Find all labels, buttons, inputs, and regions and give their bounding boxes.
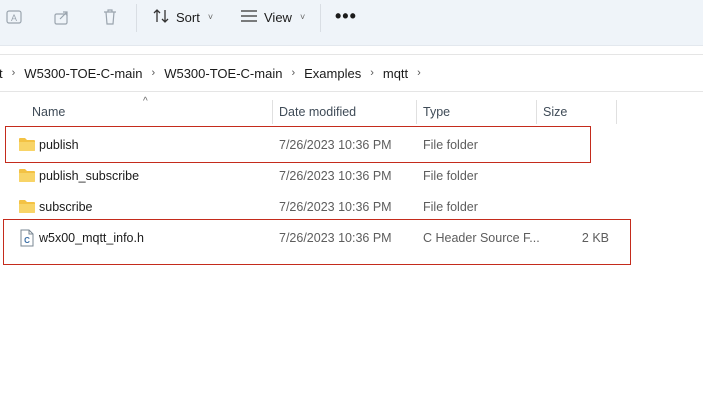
chevron-down-icon: ˅ (207, 12, 214, 22)
toolbar-divider (320, 4, 321, 32)
column-divider[interactable] (272, 100, 273, 124)
file-row[interactable]: subscribe 7/26/2023 10:36 PM File folder (0, 192, 703, 223)
rename-icon[interactable]: A (4, 7, 24, 27)
file-size: 2 KB (581, 231, 609, 245)
command-bar: A Sort ˅ View ˅ ••• (0, 0, 703, 46)
file-name: w5x00_mqtt_info.h (39, 231, 144, 245)
breadcrumb: t › W5300-TOE-C-main › W5300-TOE-C-main … (0, 54, 703, 92)
view-button[interactable]: View ˅ (240, 5, 305, 29)
toolbar-divider (136, 4, 137, 32)
column-header-type[interactable]: Type (423, 105, 450, 119)
file-type: File folder (423, 200, 478, 214)
file-name: subscribe (39, 200, 93, 214)
folder-icon (18, 168, 36, 186)
view-label: View (264, 9, 292, 25)
chevron-down-icon: ˅ (299, 12, 306, 22)
sort-icon (152, 8, 170, 27)
file-date-modified: 7/26/2023 10:36 PM (279, 231, 392, 245)
folder-icon (18, 199, 36, 217)
file-name: publish_subscribe (39, 169, 140, 183)
chevron-right-icon[interactable]: › (291, 67, 295, 79)
column-divider[interactable] (536, 100, 537, 124)
column-divider[interactable] (616, 100, 617, 124)
column-header-size[interactable]: Size (543, 105, 567, 119)
sort-ascending-icon: ^ (143, 96, 148, 107)
breadcrumb-item[interactable]: t (0, 66, 3, 81)
column-divider[interactable] (416, 100, 417, 124)
file-date-modified: 7/26/2023 10:36 PM (279, 169, 392, 183)
chevron-right-icon[interactable]: › (12, 67, 16, 79)
file-type: C Header Source F... (423, 231, 540, 245)
breadcrumb-item[interactable]: mqtt (383, 66, 408, 81)
breadcrumb-item[interactable]: W5300-TOE-C-main (24, 66, 142, 81)
chevron-right-icon[interactable]: › (417, 67, 421, 79)
view-icon (240, 9, 258, 26)
share-icon[interactable] (52, 7, 72, 27)
file-row[interactable]: publish_subscribe 7/26/2023 10:36 PM Fil… (0, 161, 703, 192)
file-row[interactable]: C w5x00_mqtt_info.h 7/26/2023 10:36 PM C… (0, 223, 703, 254)
file-name: publish (39, 138, 79, 152)
file-date-modified: 7/26/2023 10:36 PM (279, 138, 392, 152)
column-header-date-modified[interactable]: Date modified (279, 105, 356, 119)
more-options-button[interactable]: ••• (335, 6, 357, 27)
delete-icon[interactable] (100, 7, 120, 27)
file-type: File folder (423, 169, 478, 183)
file-type: File folder (423, 138, 478, 152)
breadcrumb-item[interactable]: Examples (304, 66, 361, 81)
svg-text:A: A (11, 13, 17, 23)
svg-text:C: C (24, 236, 30, 245)
file-row[interactable]: publish 7/26/2023 10:36 PM File folder (0, 130, 703, 161)
chevron-right-icon[interactable]: › (152, 67, 156, 79)
sort-button[interactable]: Sort ˅ (152, 5, 213, 29)
sort-label: Sort (176, 9, 200, 25)
column-headers: ^ Name Date modified Type Size (0, 96, 703, 126)
breadcrumb-item[interactable]: W5300-TOE-C-main (164, 66, 282, 81)
c-header-file-icon: C (20, 229, 34, 250)
chevron-right-icon[interactable]: › (370, 67, 374, 79)
file-date-modified: 7/26/2023 10:36 PM (279, 200, 392, 214)
folder-icon (18, 137, 36, 155)
column-header-name[interactable]: Name (32, 105, 65, 119)
